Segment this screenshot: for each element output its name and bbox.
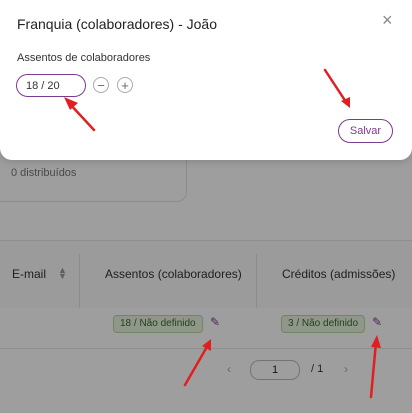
modal-title: Franquia (colaboradores) - João bbox=[17, 16, 217, 32]
increment-button[interactable]: + bbox=[117, 77, 133, 93]
seats-field-label: Assentos de colaboradores bbox=[17, 52, 151, 64]
close-icon[interactable]: × bbox=[382, 10, 393, 30]
decrement-button[interactable]: − bbox=[93, 77, 109, 93]
seats-input[interactable]: 18 / 20 bbox=[16, 74, 86, 97]
franchise-modal: Franquia (colaboradores) - João × Assent… bbox=[0, 0, 412, 160]
save-button[interactable]: Salvar bbox=[338, 119, 393, 143]
